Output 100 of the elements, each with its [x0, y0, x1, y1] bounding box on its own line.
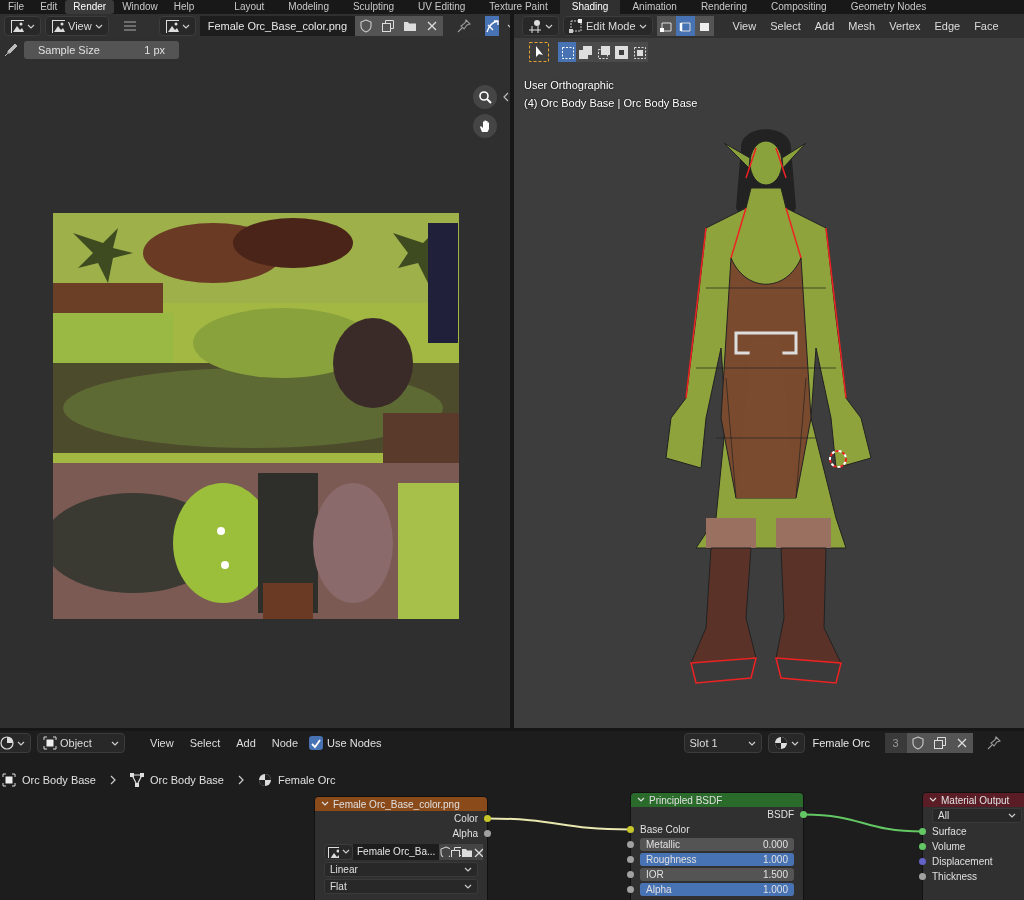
fake-user-button[interactable]	[906, 733, 929, 753]
breadcrumb-item[interactable]: Orc Body Base	[22, 772, 96, 789]
socket-dot[interactable]	[919, 843, 926, 850]
socket-dot[interactable]	[627, 826, 634, 833]
box-new-icon	[559, 44, 575, 60]
shield-icon	[359, 19, 374, 33]
breadcrumb-item[interactable]: Female Orc	[277, 772, 336, 789]
workspace-tab[interactable]: Geometry Nodes	[838, 0, 939, 14]
menu-item[interactable]: Mesh	[843, 17, 881, 35]
shield-icon	[910, 736, 925, 750]
menu-icon[interactable]	[122, 19, 137, 33]
menu-item[interactable]: File	[0, 0, 33, 14]
eyedropper-icon[interactable]	[4, 43, 18, 57]
socket-dot[interactable]	[484, 830, 491, 837]
menu-item[interactable]: Edit	[32, 0, 66, 14]
view-menu[interactable]: View	[45, 16, 109, 36]
node-header[interactable]: Female Orc_Base_color.png	[315, 797, 487, 811]
menu-item[interactable]: Render	[65, 0, 115, 14]
box-select-mode-button[interactable]	[576, 42, 594, 62]
copy-icon	[932, 736, 947, 750]
vertex-select-button[interactable]	[656, 16, 676, 36]
menu-item[interactable]: Help	[165, 0, 203, 14]
slider-field[interactable]: Metallic 0.000	[640, 838, 794, 851]
editor-type-button[interactable]	[522, 16, 559, 36]
image-name-field[interactable]: Female Orc_Base_color.png	[199, 16, 356, 36]
editor-type-button[interactable]	[4, 16, 41, 36]
workspace-tab[interactable]: Layout	[222, 0, 277, 14]
socket-dot[interactable]	[484, 815, 491, 822]
image-icon	[10, 19, 24, 33]
workspace-tab[interactable]: Compositing	[759, 0, 839, 14]
socket-label: Volume	[932, 840, 966, 854]
unlink-button[interactable]	[472, 843, 484, 860]
mode-dropdown[interactable]: Edit Mode	[563, 16, 653, 36]
editor-type-button[interactable]	[0, 733, 31, 753]
close-icon	[472, 846, 484, 857]
object-info: (4) Orc Body Base | Orc Body Base	[524, 96, 698, 111]
workspace-tab[interactable]: Shading	[559, 0, 621, 14]
socket-dot[interactable]	[800, 811, 807, 818]
node-header[interactable]: Principled BSDF	[631, 793, 803, 807]
box-select-mode-button[interactable]	[594, 42, 612, 62]
node-dropdown[interactable]: Flat	[324, 879, 478, 894]
box-extend-icon	[577, 44, 593, 60]
unlink-button[interactable]	[421, 16, 444, 36]
slider-field[interactable]: Roughness 1.000	[640, 853, 794, 866]
slider-field[interactable]: Alpha 1.000	[640, 883, 794, 896]
workspace-tab[interactable]: Modeling	[276, 0, 341, 14]
node-header[interactable]: Material Output	[923, 793, 1024, 807]
slot-dropdown[interactable]: Slot 1	[683, 733, 762, 753]
caret-icon	[1008, 812, 1016, 819]
menu-item[interactable]: Add	[231, 734, 261, 752]
node-dropdown[interactable]: All	[932, 808, 1022, 823]
socket-dot[interactable]	[627, 871, 634, 878]
image-browse-button[interactable]	[324, 843, 353, 860]
pan-button[interactable]	[473, 114, 497, 138]
material-browse-button[interactable]	[767, 733, 805, 753]
box-select-mode-button[interactable]	[558, 42, 576, 62]
user-count[interactable]: 3	[884, 733, 907, 753]
use-nodes-checkbox[interactable]	[309, 736, 324, 750]
mode-dropdown[interactable]: Object	[37, 733, 125, 753]
zoom-button[interactable]	[473, 85, 497, 109]
socket-dot[interactable]	[627, 856, 634, 863]
menu-item[interactable]: Node	[266, 734, 304, 752]
socket-dot[interactable]	[919, 873, 926, 880]
box-select-mode-button[interactable]	[630, 42, 648, 62]
menu-item[interactable]: Window	[114, 0, 166, 14]
workspace-tab[interactable]: Texture Paint	[477, 0, 560, 14]
workspace-tab[interactable]: Animation	[620, 0, 689, 14]
workspace-tab[interactable]: Rendering	[688, 0, 760, 14]
workspace-tab[interactable]: UV Editing	[406, 0, 478, 14]
menu-item[interactable]: Select	[765, 17, 806, 35]
gizmo-icon	[485, 19, 500, 33]
node-dropdown[interactable]: Linear	[324, 862, 478, 877]
breadcrumb-item[interactable]: Orc Body Base	[150, 772, 224, 789]
menu-item[interactable]: View	[727, 17, 762, 35]
sample-size-field[interactable]: Sample Size 1 px	[24, 41, 179, 59]
socket-dot[interactable]	[919, 828, 926, 835]
menu-item[interactable]: Vertex	[884, 17, 926, 35]
slider-field[interactable]: IOR 1.500	[640, 868, 794, 881]
workspace-tab[interactable]: Sculpting	[340, 0, 407, 14]
shield-icon	[439, 846, 451, 857]
caret-icon	[94, 22, 103, 30]
box-select-mode-button[interactable]	[612, 42, 630, 62]
image-name-field[interactable]: Female Orc_Ba...	[353, 843, 440, 860]
fake-user-button[interactable]	[355, 16, 378, 36]
pin-icon[interactable]	[457, 19, 472, 33]
menu-item[interactable]: Face	[969, 17, 1004, 35]
3d-cursor-icon	[828, 449, 848, 469]
menu-item[interactable]: Edge	[929, 17, 966, 35]
socket-dot[interactable]	[627, 886, 634, 893]
pin-icon[interactable]	[986, 736, 1001, 750]
menu-item[interactable]: Add	[809, 17, 840, 35]
menu-item[interactable]: View	[145, 734, 179, 752]
image-browse-button[interactable]	[158, 16, 196, 36]
socket-dot[interactable]	[919, 858, 926, 865]
gizmo-toggle[interactable]	[485, 16, 500, 36]
field-value: 1.500	[762, 868, 788, 881]
select-tool-icon[interactable]	[528, 41, 550, 63]
menu-item[interactable]: Select	[184, 734, 226, 752]
socket-dot[interactable]	[627, 841, 634, 848]
unlink-button[interactable]	[950, 733, 973, 753]
